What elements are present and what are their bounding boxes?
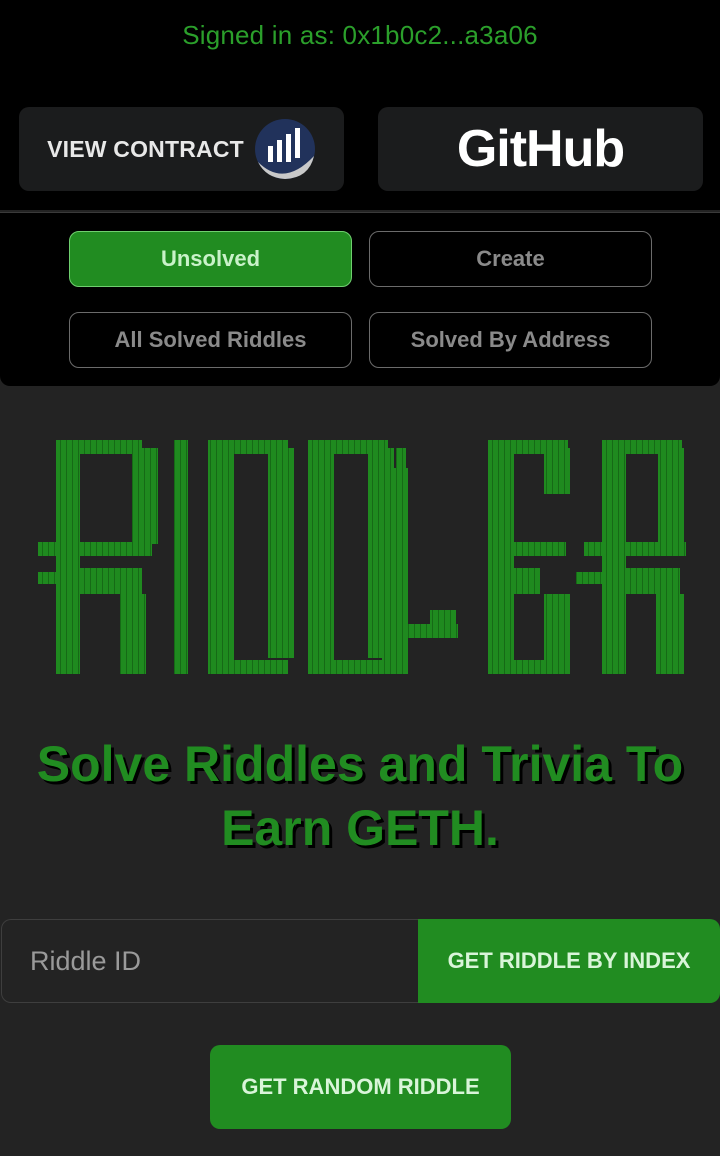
tagline: Solve Riddles and Trivia To Earn GETH. [36, 736, 684, 856]
tabs-panel: Unsolved Create All Solved Riddles Solve… [0, 212, 720, 386]
get-random-riddle-button[interactable]: GET RANDOM RIDDLE [210, 1045, 511, 1129]
github-label: GitHub [456, 120, 625, 178]
github-button[interactable]: GitHub [378, 107, 703, 191]
signed-in-address: Signed in as: 0x1b0c2...a3a06 [182, 20, 538, 50]
etherscan-logo-icon [254, 119, 315, 179]
view-contract-label: VIEW CONTRACT [47, 135, 244, 162]
top-header: Signed in as: 0x1b0c2...a3a06 VIEW CONTR… [0, 0, 720, 210]
view-contract-button[interactable]: VIEW CONTRACT [19, 107, 344, 191]
riddler-logo [38, 440, 686, 674]
get-riddle-by-index-button[interactable]: GET RIDDLE BY INDEX [418, 919, 720, 1003]
tab-create[interactable]: Create [369, 231, 652, 287]
tab-solved-by-address[interactable]: Solved By Address [369, 312, 652, 368]
tab-all-solved-riddles[interactable]: All Solved Riddles [69, 312, 352, 368]
tab-unsolved[interactable]: Unsolved [69, 231, 352, 287]
riddle-id-input[interactable] [1, 919, 419, 1003]
